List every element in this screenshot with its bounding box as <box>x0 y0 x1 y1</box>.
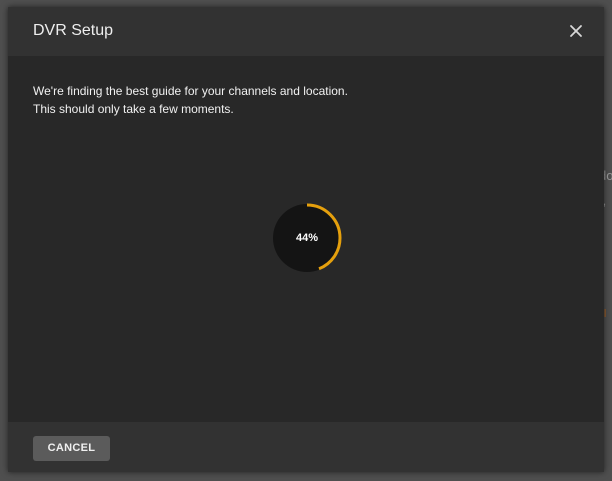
dialog-title: DVR Setup <box>33 22 114 39</box>
dialog-footer: CANCEL <box>8 422 604 472</box>
progress-percent: 44% <box>295 232 319 244</box>
cancel-button[interactable]: CANCEL <box>33 436 110 461</box>
dialog-header: DVR Setup <box>8 7 604 56</box>
dvr-setup-dialog: DVR Setup We're finding the best guide f… <box>8 7 604 472</box>
status-message-secondary: This should only take a few moments. <box>33 102 234 116</box>
dialog-body: We're finding the best guide for your ch… <box>8 56 604 422</box>
close-icon[interactable] <box>566 21 586 41</box>
progress-spinner: 44% <box>271 202 343 274</box>
status-message: We're finding the best guide for your ch… <box>33 84 348 98</box>
